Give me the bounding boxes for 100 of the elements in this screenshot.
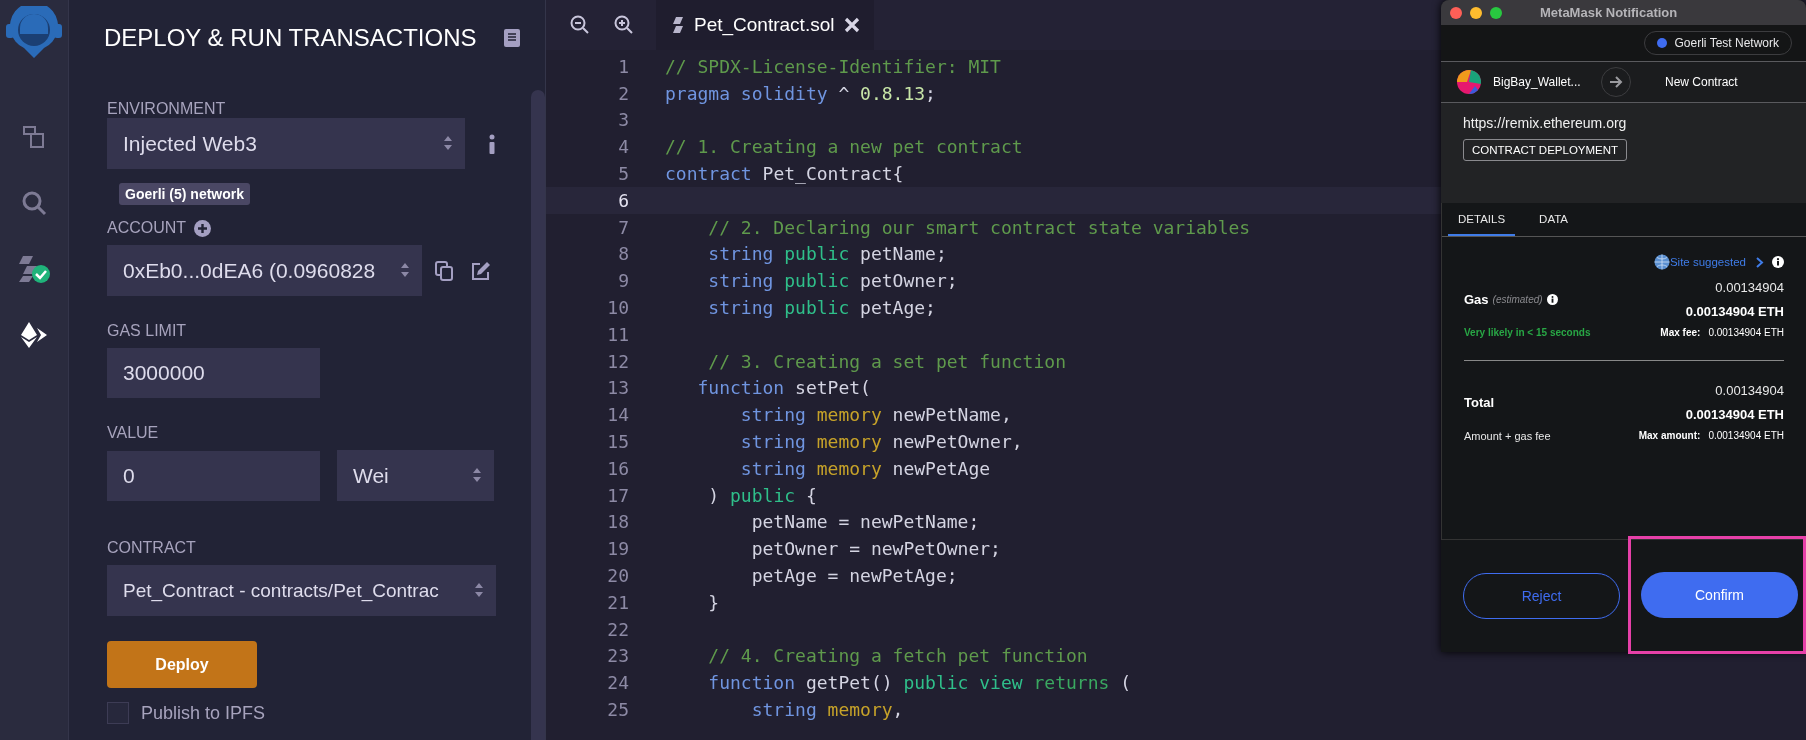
total-amount: 0.00134904 (1715, 383, 1784, 398)
code-line: function setPet( (696, 377, 871, 399)
code-line: string memory newPetOwner, (739, 431, 1023, 453)
sort-icon (472, 467, 482, 483)
recipient-label: New Contract (1665, 75, 1738, 89)
total-caption: Amount + gas fee (1464, 430, 1551, 442)
line-number: 16 (606, 457, 629, 479)
value-field[interactable]: 0 (107, 450, 320, 501)
code-line: } (707, 591, 720, 613)
line-number: 14 (606, 404, 629, 426)
zoom-in-icon[interactable] (614, 15, 634, 35)
gas-label: Gas (1464, 292, 1489, 307)
copy-icon[interactable] (435, 260, 453, 281)
plus-icon[interactable] (194, 219, 212, 237)
line-number: 7 (617, 216, 629, 238)
account-name: BigBay_Wallet... (1493, 75, 1581, 89)
code-line: // SPDX-License-Identifier: MIT (665, 55, 1001, 77)
code-line: contract Pet_Contract{ (665, 163, 904, 185)
code-line: // 4. Creating a fetch pet function (707, 645, 1088, 667)
line-number: 6 (617, 189, 629, 211)
line-number: 25 (606, 699, 629, 720)
gas-amount: 0.00134904 (1715, 280, 1784, 295)
edit-icon[interactable] (471, 260, 491, 281)
account-select[interactable]: 0xEb0...0dEA6 (0.0960828 (107, 245, 422, 296)
code-line: string memory newPetName, (739, 404, 1012, 426)
code-line: ) public { (707, 484, 817, 506)
line-number: 21 (606, 591, 629, 613)
chevron-icon[interactable] (1756, 256, 1764, 268)
line-number: 10 (606, 297, 629, 319)
line-number: 15 (606, 431, 629, 453)
contract-select[interactable]: Pet_Contract - contracts/Pet_Contrac (107, 565, 496, 616)
line-number: 18 (606, 511, 629, 533)
line-number: 17 (606, 484, 629, 506)
max-fee-label: Max fee: (1660, 327, 1701, 338)
info-icon[interactable] (1546, 294, 1558, 305)
network-badge: Goerli (5) network (119, 183, 251, 205)
max-fee-value: 0.00134904 ETH (1708, 327, 1784, 338)
book-icon[interactable] (502, 28, 521, 48)
speed-estimate: Very likely in < 15 seconds (1464, 327, 1591, 338)
site-suggested-link[interactable]: Site suggested (1669, 256, 1746, 268)
line-number: 8 (617, 243, 629, 265)
line-number: 1 (617, 55, 629, 77)
line-number: 12 (606, 350, 629, 372)
max-amount-value: 0.00134904 ETH (1708, 430, 1784, 442)
line-number: 4 (617, 136, 629, 158)
total-amount-eth: 0.00134904 ETH (1685, 407, 1784, 422)
line-number: 9 (617, 270, 629, 292)
sort-icon (400, 262, 410, 278)
line-number: 11 (606, 323, 629, 345)
tab-label: Pet_Contract.sol (694, 14, 835, 36)
maximize-icon[interactable] (1490, 6, 1502, 19)
file-tab[interactable]: Pet_Contract.sol (656, 0, 875, 50)
max-amount-label: Max amount: (1638, 430, 1701, 442)
close-window-icon[interactable] (1450, 6, 1462, 19)
gas-hint: (estimated) (1492, 294, 1543, 305)
environment-select[interactable]: Injected Web3 (107, 118, 465, 169)
transaction-type-badge: CONTRACT DEPLOYMENT (1463, 139, 1628, 161)
line-number: 13 (606, 377, 629, 399)
zoom-out-icon[interactable] (570, 15, 590, 35)
code-line: // 1. Creating a new pet contract (665, 136, 1023, 158)
code-line: // 3. Creating a set pet function (707, 350, 1066, 372)
code-line: petAge = newPetAge; (750, 565, 958, 587)
scrollbar[interactable] (531, 90, 545, 740)
checkbox[interactable] (107, 702, 129, 724)
details-tab[interactable]: DATA (1529, 203, 1579, 236)
deploy-button[interactable]: Deploy (107, 641, 257, 688)
code-line: petOwner = newPetOwner; (750, 538, 1001, 560)
origin-url: https://remix.ethereum.org (1463, 115, 1627, 131)
line-number: 5 (617, 163, 629, 185)
checkbox-label: Publish to IPFS (141, 702, 266, 724)
line-number: 22 (606, 618, 629, 640)
info-icon[interactable] (1772, 256, 1784, 268)
line-number: 20 (606, 565, 629, 587)
code-line: string memory newPetAge (739, 457, 991, 479)
unit-select[interactable]: Wei (337, 450, 494, 501)
total-label: Total (1464, 395, 1495, 410)
details-tab[interactable]: DETAILS (1448, 203, 1516, 236)
confirm-button[interactable]: Confirm (1641, 571, 1798, 618)
sort-icon (474, 582, 484, 598)
globe-icon (1653, 254, 1670, 270)
code-line: petName = newPetName; (750, 511, 980, 533)
code-line: function getPet() public view returns ( (707, 672, 1132, 694)
code-line: pragma solidity ^ 0.8.13; (665, 82, 936, 104)
field-label: GAS LIMIT (107, 322, 188, 340)
code-line: string public petName; (707, 243, 947, 265)
line-number: 24 (606, 672, 629, 694)
line-number: 3 (617, 109, 629, 131)
info-icon[interactable] (488, 133, 496, 154)
minimize-icon[interactable] (1470, 6, 1482, 19)
code-line: // 2. Declaring our smart contract state variables (707, 216, 1251, 238)
field-label: ACCOUNT (107, 219, 187, 237)
sort-icon (443, 135, 453, 151)
gas-limit-field[interactable]: 3000000 (107, 348, 320, 398)
close-icon[interactable] (844, 17, 861, 33)
code-line: string public petOwner; (707, 270, 958, 292)
panel-title: DEPLOY & RUN TRANSACTIONS (104, 24, 477, 52)
field-label: ENVIRONMENT (107, 100, 227, 118)
field-label: VALUE (107, 424, 160, 442)
code-line: string memory, (750, 699, 904, 720)
solidity-icon (672, 16, 684, 34)
